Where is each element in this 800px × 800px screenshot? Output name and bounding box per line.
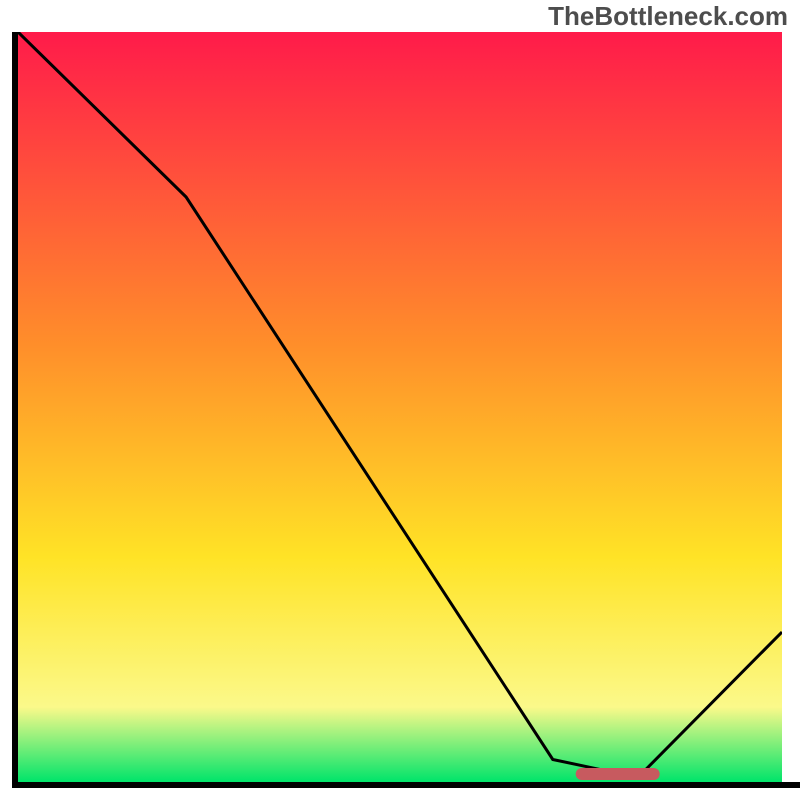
watermark-label: TheBottleneck.com	[548, 0, 788, 32]
optimal-marker	[576, 768, 660, 780]
y-axis	[12, 32, 18, 788]
plot-area	[18, 32, 782, 782]
bottleneck-chart: TheBottleneck.com	[0, 0, 800, 800]
x-axis	[18, 782, 800, 788]
